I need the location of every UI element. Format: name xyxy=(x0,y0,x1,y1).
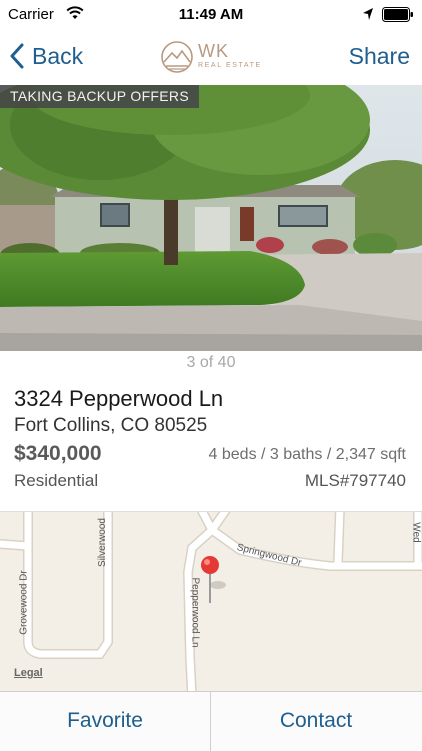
location-map[interactable]: Grovewood Dr Silverwood Pepperwood Ln Sp… xyxy=(0,511,422,692)
map-pin-icon[interactable] xyxy=(196,555,226,605)
status-badge: TAKING BACKUP OFFERS xyxy=(0,85,199,108)
back-label: Back xyxy=(32,42,84,69)
photo-counter: 3 of 40 xyxy=(186,354,236,371)
contact-button[interactable]: Contact xyxy=(211,692,421,751)
status-bar: Carrier 11:49 AM xyxy=(0,0,422,30)
share-button[interactable]: Share xyxy=(349,43,410,70)
street-label-silverwood: Silverwood xyxy=(96,518,108,567)
chevron-left-icon xyxy=(10,43,24,69)
listing-city: Fort Collins, CO 80525 xyxy=(14,415,208,436)
navigation-bar: Back WK REAL ESTATE Share xyxy=(0,30,422,84)
location-arrow-icon xyxy=(363,8,373,20)
favorite-button[interactable]: Favorite xyxy=(0,692,210,751)
listing-specs: 4 beds / 3 baths / 2,347 sqft xyxy=(208,446,406,463)
property-photo[interactable] xyxy=(0,85,422,351)
street-label-grovewood: Grovewood Dr xyxy=(18,570,30,635)
logo-tagline: REAL ESTATE xyxy=(198,62,262,69)
house-photo-image xyxy=(0,85,422,351)
mountain-logo-icon xyxy=(161,41,193,73)
clock: 11:49 AM xyxy=(178,6,244,23)
logo-monogram: WK xyxy=(198,41,229,61)
action-bar: Favorite Contact xyxy=(0,691,422,751)
map-legal-link[interactable]: Legal xyxy=(14,667,43,679)
battery-icon xyxy=(382,7,413,22)
listing-price: $340,000 xyxy=(14,442,102,465)
back-button[interactable]: Back xyxy=(10,40,83,72)
street-label-wed: Wed xyxy=(410,522,422,543)
brand-logo: WK REAL ESTATE xyxy=(160,38,270,78)
mls-number: MLS#797740 xyxy=(304,471,406,490)
property-type: Residential xyxy=(14,471,99,490)
listing-address: 3324 Pepperwood Ln xyxy=(14,386,224,411)
